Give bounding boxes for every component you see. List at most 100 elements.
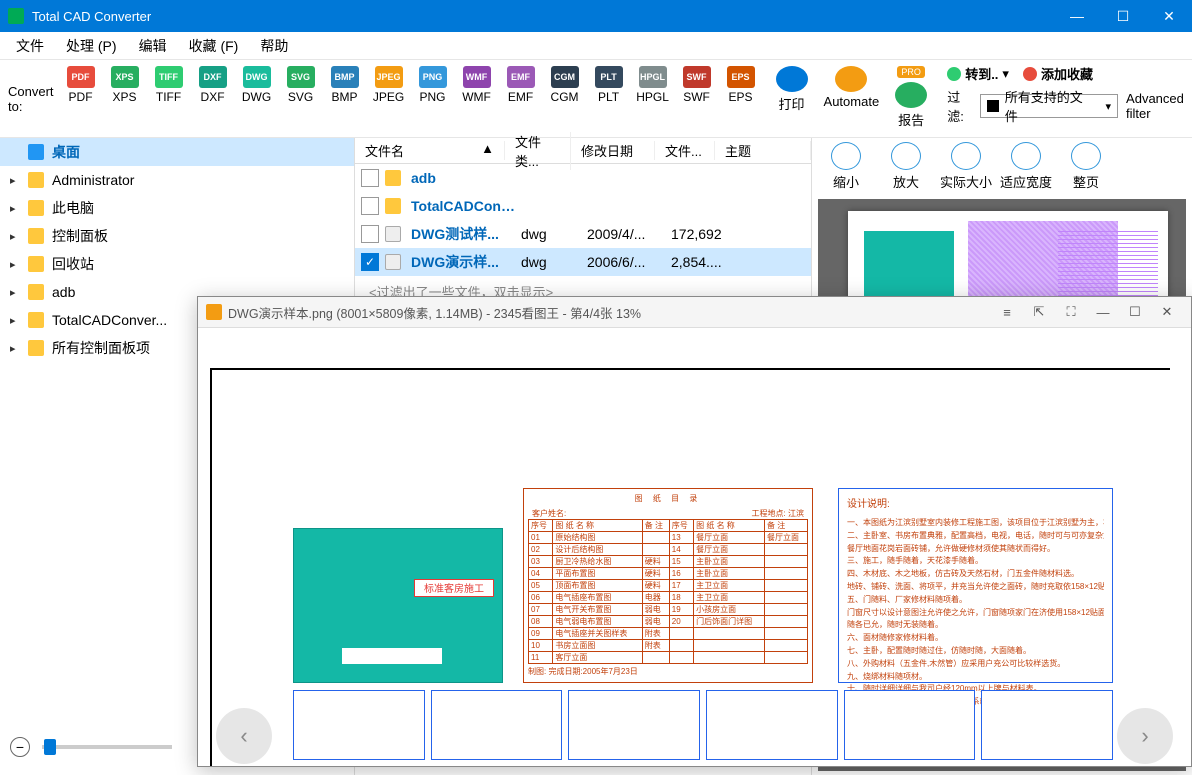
menu-bar: 文件处理 (P)编辑收藏 (F)帮助 [0, 32, 1192, 60]
zoom-slider-area: − [10, 737, 172, 757]
format-jpeg[interactable]: JPEGJPEG [370, 64, 408, 106]
print-button[interactable]: 打印 [776, 64, 808, 115]
row-checkbox[interactable] [361, 169, 379, 187]
tree-item-1[interactable]: ▸Administrator [0, 166, 354, 194]
file-row-3[interactable]: ✓DWG演示样...dwg2006/6/...2,854.... [355, 248, 811, 276]
minimize-button[interactable]: — [1054, 0, 1100, 32]
advanced-filter-link[interactable]: Advanced filter [1126, 91, 1192, 121]
col-size[interactable]: 文件... [655, 141, 715, 160]
viewer-maximize-button[interactable]: ☐ [1119, 304, 1151, 320]
row-checkbox[interactable] [361, 197, 379, 215]
convert-to-label: Convert to: [8, 64, 62, 114]
folder-icon [28, 144, 44, 160]
automate-button[interactable]: Automate [824, 64, 880, 111]
format-tiff[interactable]: TIFFTIFF [150, 64, 188, 106]
viewer-menu-button[interactable]: ≡ [991, 305, 1023, 320]
file-icon [385, 254, 401, 270]
row-checkbox[interactable] [361, 225, 379, 243]
menu-编辑[interactable]: 编辑 [129, 33, 177, 59]
viewer-minimize-button[interactable]: — [1087, 305, 1119, 320]
swf-icon: SWF [683, 66, 711, 88]
format-xps[interactable]: XPSXPS [106, 64, 144, 106]
report-icon [895, 82, 927, 108]
pro-badge: PRO [897, 66, 925, 78]
filter-select[interactable]: 所有支持的文件 [980, 94, 1118, 118]
menu-帮助[interactable]: 帮助 [250, 33, 298, 59]
viewer-canvas[interactable]: ‹ › 标准客房施工 图 纸 目 录 客户姓名:工程地点: 江滨 序号图 纸 名… [198, 327, 1191, 766]
maximize-button[interactable]: ☐ [1100, 0, 1146, 32]
pdf-icon: PDF [67, 66, 95, 88]
cad-cover-label: 标准客房施工 [414, 579, 494, 597]
format-swf[interactable]: SWFSWF [678, 64, 716, 106]
heart-icon [1023, 67, 1037, 81]
tree-item-2[interactable]: ▸此电脑 [0, 194, 354, 222]
plt-icon: PLT [595, 66, 623, 88]
format-svg[interactable]: SVGSVG [282, 64, 320, 106]
menu-收藏 (F)[interactable]: 收藏 (F) [179, 33, 249, 59]
preview-实际大小[interactable]: 实际大小 [938, 142, 994, 191]
cgm-icon: CGM [551, 66, 579, 88]
format-plt[interactable]: PLTPLT [590, 64, 628, 106]
col-date[interactable]: 修改日期 [571, 141, 655, 160]
preview-适应宽度[interactable]: 适应宽度 [998, 142, 1054, 191]
zoom-out-button[interactable]: − [10, 737, 30, 757]
print-icon [776, 66, 808, 92]
next-image-button[interactable]: › [1117, 708, 1173, 764]
window-title: Total CAD Converter [32, 9, 1054, 24]
zoom-slider[interactable] [42, 745, 172, 749]
format-cgm[interactable]: CGMCGM [546, 64, 584, 106]
col-subject[interactable]: 主题 [715, 141, 811, 160]
png-icon: PNG [419, 66, 447, 88]
bmp-icon: BMP [331, 66, 359, 88]
tree-item-4[interactable]: ▸回收站 [0, 250, 354, 278]
row-checkbox[interactable]: ✓ [361, 253, 379, 271]
folder-icon [28, 312, 44, 328]
tree-item-3[interactable]: ▸控制面板 [0, 222, 354, 250]
tree-item-0[interactable]: 桌面 [0, 138, 354, 166]
menu-文件[interactable]: 文件 [6, 33, 54, 59]
format-buttons: PDFPDFXPSXPSTIFFTIFFDXFDXFDWGDWGSVGSVGBM… [62, 64, 760, 106]
format-hpgl[interactable]: HPGLHPGL [634, 64, 672, 106]
format-png[interactable]: PNGPNG [414, 64, 452, 106]
preview-缩小[interactable]: 缩小 [818, 142, 874, 191]
hpgl-icon: HPGL [639, 66, 667, 88]
xps-icon: XPS [111, 66, 139, 88]
report-button[interactable]: PRO 报告 [895, 64, 927, 131]
format-emf[interactable]: EMFEMF [502, 64, 540, 106]
format-dwg[interactable]: DWGDWG [238, 64, 276, 106]
window-titlebar: Total CAD Converter — ☐ ✕ [0, 0, 1192, 32]
preview-放大[interactable]: 放大 [878, 142, 934, 191]
viewer-titlebar: DWG演示样本.png (8001×5809像素, 1.14MB) - 2345… [198, 297, 1191, 327]
format-dxf[interactable]: DXFDXF [194, 64, 232, 106]
folder-icon [28, 284, 44, 300]
viewer-title-text: DWG演示样本.png (8001×5809像素, 1.14MB) - 2345… [228, 303, 991, 322]
favorite-link[interactable]: 添加收藏 [1023, 64, 1093, 83]
file-row-0[interactable]: adb [355, 164, 811, 192]
file-row-2[interactable]: DWG测试样...dwg2009/4/...172,692 [355, 220, 811, 248]
eps-icon: EPS [727, 66, 755, 88]
folder-icon [385, 198, 401, 214]
col-name[interactable]: 文件名▲ [355, 141, 505, 160]
viewer-app-icon [206, 304, 222, 320]
viewer-pin-button[interactable]: ⇱ [1023, 304, 1055, 320]
app-icon [8, 8, 24, 24]
format-pdf[interactable]: PDFPDF [62, 64, 100, 106]
preview-toolbar: 缩小放大实际大小适应宽度整页 [812, 138, 1192, 195]
close-button[interactable]: ✕ [1146, 0, 1192, 32]
prev-image-button[interactable]: ‹ [216, 708, 272, 764]
svg-icon: SVG [287, 66, 315, 88]
menu-处理 (P)[interactable]: 处理 (P) [56, 33, 127, 59]
viewer-close-button[interactable]: ✕ [1151, 304, 1183, 320]
format-wmf[interactable]: WMFWMF [458, 64, 496, 106]
preview-整页[interactable]: 整页 [1058, 142, 1114, 191]
filter-label: 过滤: [947, 87, 972, 125]
folder-icon [28, 200, 44, 216]
goto-icon [947, 67, 961, 81]
format-bmp[interactable]: BMPBMP [326, 64, 364, 106]
column-headers: 文件名▲ 文件类... 修改日期 文件... 主题 [355, 138, 811, 164]
format-eps[interactable]: EPSEPS [722, 64, 760, 106]
jpeg-icon: JPEG [375, 66, 403, 88]
file-row-1[interactable]: TotalCADConverter [355, 192, 811, 220]
goto-link[interactable]: 转到.. ▾ [947, 64, 1009, 83]
viewer-fullscreen-button[interactable]: ⛶ [1055, 304, 1087, 320]
